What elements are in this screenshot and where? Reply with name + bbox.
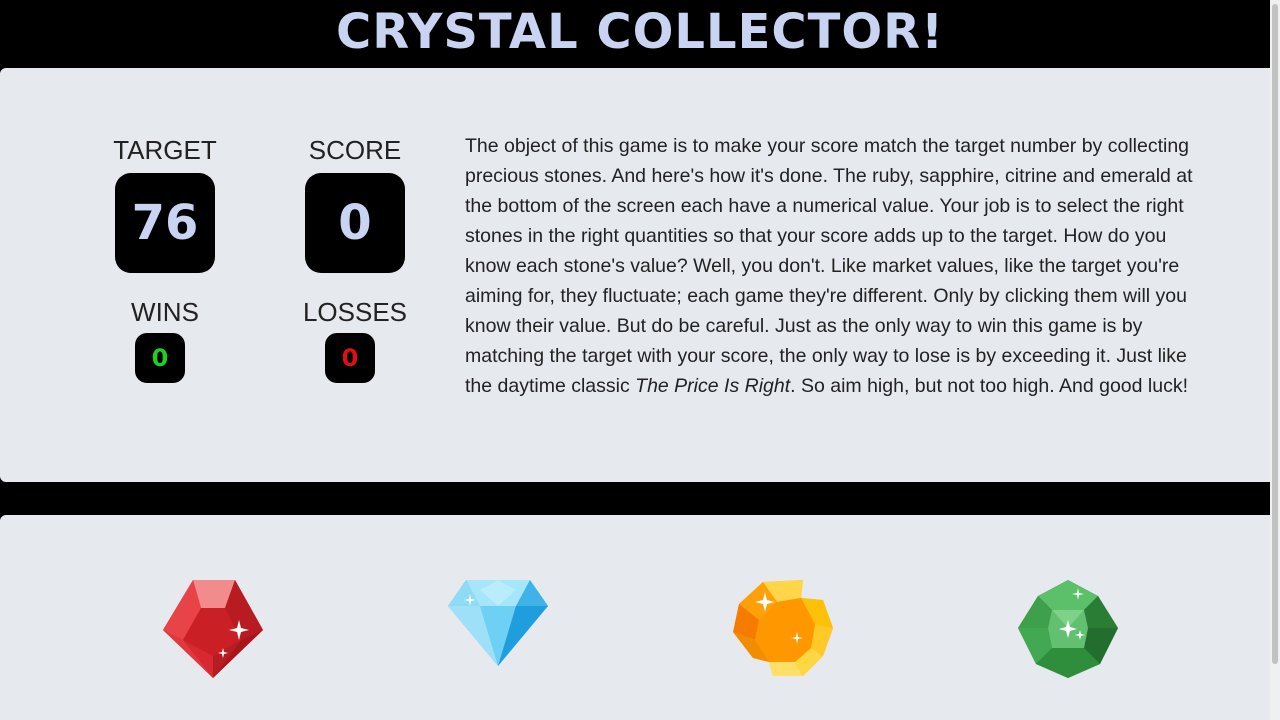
game-title: CRYSTAL COLLECTOR! [336,4,944,60]
citrine-button[interactable] [733,578,833,680]
instructions-closing: . So aim high, but not too high. And goo… [790,375,1188,397]
ruby-button[interactable] [163,578,263,680]
losses-label: LOSSES [302,297,408,327]
sapphire-button[interactable] [448,578,548,680]
wins-value: 0 [135,333,185,383]
wins-label: WINS [131,297,199,327]
target-value: 76 [115,173,215,273]
score-value: 0 [305,173,405,273]
target-label: TARGET [113,135,217,165]
emerald-button[interactable] [1018,578,1118,680]
score-label: SCORE [308,135,402,165]
emerald-icon [1018,580,1118,678]
instructions-text: The object of this game is to make your … [465,131,1205,401]
ruby-icon [163,580,263,678]
losses-value: 0 [325,333,375,383]
instructions-main: The object of this game is to make your … [465,135,1193,397]
game-page: CRYSTAL COLLECTOR! TARGET 76 SCORE 0 WIN… [0,0,1280,720]
citrine-icon [733,580,833,676]
sapphire-icon [448,580,548,666]
scrollbar-thumb[interactable] [1272,4,1278,664]
instructions-show-title: The Price Is Right [635,375,791,397]
